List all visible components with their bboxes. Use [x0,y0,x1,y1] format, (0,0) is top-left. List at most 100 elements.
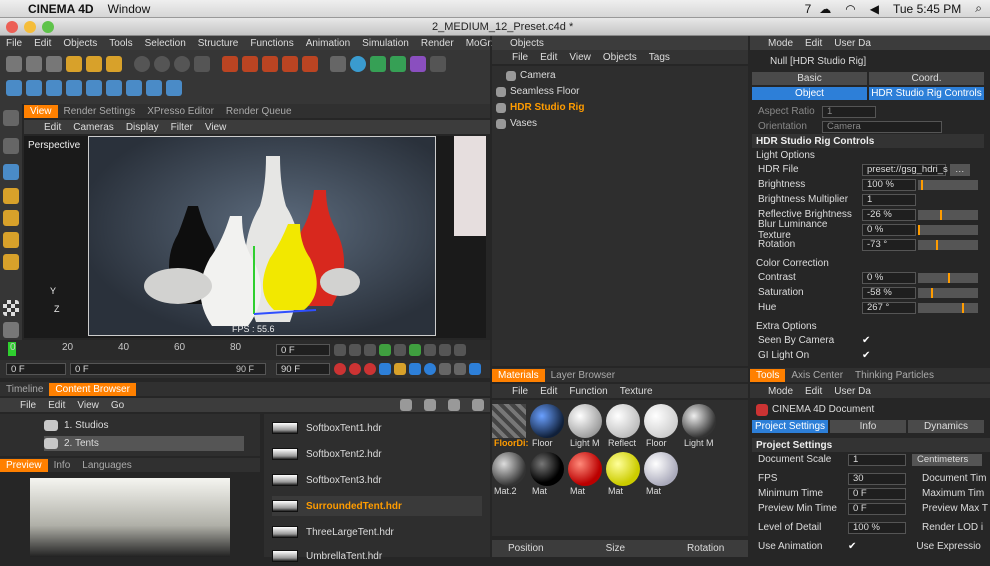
viewport[interactable]: Perspective FPS : 55.6 Y Z [24,136,486,338]
material-swatch-floordiffuse[interactable] [492,404,526,438]
soft-select-icon[interactable] [126,80,142,96]
use-animation-checkbox[interactable]: ✔ [848,541,856,552]
menu-objects[interactable]: Objects [63,38,97,49]
contrast-slider[interactable] [918,272,978,283]
key-position-icon[interactable] [379,363,391,375]
tools-menu-edit[interactable]: Edit [805,386,822,397]
blur-luminance-slider[interactable] [918,224,978,235]
units-select[interactable]: Centimeters [912,453,982,466]
saturation-field[interactable]: -58 % [862,286,916,299]
fps-field[interactable]: 30 [848,472,906,485]
tab-view[interactable]: View [24,104,58,118]
browser-menu-edit[interactable]: Edit [48,400,65,411]
brightness-multiplier-field[interactable]: 1 [862,193,916,206]
tools-menu-mode[interactable]: Mode [768,386,793,397]
object-row-seamless-floor[interactable]: Seamless Floor [496,84,736,99]
file-item[interactable]: SoftboxTent1.hdr [272,418,382,438]
tab-render-queue[interactable]: Render Queue [220,105,298,118]
material-swatch-mat2[interactable] [492,452,526,486]
tree-item-tents[interactable]: 2. Tents [44,436,244,451]
material-swatch-white[interactable] [644,452,678,486]
key-pla-icon[interactable] [439,363,451,375]
viewport-menu-view[interactable]: View [205,122,227,133]
object-row-vases[interactable]: Vases [496,116,736,131]
move-tool-icon[interactable] [6,56,22,72]
material-swatch-yellow[interactable] [606,452,640,486]
wifi-icon[interactable]: ◠ [845,2,855,16]
search-browser-icon[interactable] [472,399,484,411]
key-scale-icon[interactable] [394,363,406,375]
prev-key-icon[interactable] [349,344,361,356]
render-pv-icon[interactable] [262,56,278,72]
refresh-tool-icon[interactable] [106,56,122,72]
file-item[interactable]: UmbrellaTent.hdr [272,546,382,566]
material-swatch-floor[interactable] [530,404,564,438]
tab-languages[interactable]: Languages [76,459,138,472]
browser-menu-go[interactable]: Go [111,400,124,411]
tab-dynamics[interactable]: Dynamics [908,420,984,433]
tab-render-settings[interactable]: Render Settings [58,105,142,118]
material-swatch-light-2[interactable] [682,404,716,438]
browse-button[interactable]: … [950,163,970,176]
tab-object[interactable]: Object [752,87,867,100]
points-mode-icon[interactable] [6,80,22,96]
menu-structure[interactable]: Structure [198,38,239,49]
go-end-icon[interactable] [454,344,466,356]
object-row-hdr-studio-rig[interactable]: HDR Studio Rig [496,100,736,115]
tab-content-browser[interactable]: Content Browser [49,382,136,396]
preview-min-field[interactable]: 0 F [848,502,906,515]
render-view-icon[interactable] [222,56,238,72]
autokey-icon[interactable] [349,363,361,375]
objects-menu-file[interactable]: File [512,52,528,63]
edit-render-icon[interactable] [282,56,298,72]
tab-thinking-particles[interactable]: Thinking Particles [849,369,940,382]
tree-item-studios[interactable]: 1. Studios [44,418,108,433]
menu-simulation[interactable]: Simulation [362,38,409,49]
model-mode-icon[interactable] [3,138,19,154]
menu-mograph[interactable]: MoGr: [466,38,494,49]
nurbs-icon[interactable] [370,56,386,72]
reflective-brightness-slider[interactable] [918,209,978,220]
tab-axis-center[interactable]: Axis Center [785,369,849,382]
file-item[interactable]: SoftboxTent2.hdr [272,444,382,464]
window-menu[interactable]: Window [108,2,151,16]
material-swatch-red[interactable] [568,452,602,486]
texture-icon[interactable] [3,254,19,270]
menu-tools[interactable]: Tools [109,38,132,49]
brightness-field[interactable]: 100 % [862,178,916,191]
points-icon[interactable] [3,188,19,204]
viewport-menu-cameras[interactable]: Cameras [73,122,114,133]
menu-functions[interactable]: Functions [250,38,293,49]
scene-icon[interactable] [430,56,446,72]
menu-clock[interactable]: Tue 5:45 PM [893,2,961,16]
document-scale-field[interactable]: 1 [848,453,906,466]
world-axis-icon[interactable] [194,56,210,72]
volume-icon[interactable]: ◀ [870,2,879,16]
close-window-button[interactable] [6,21,18,33]
objects-menu-edit[interactable]: Edit [540,52,557,63]
deformer-icon[interactable] [410,56,426,72]
file-item[interactable]: ThreeLargeTent.hdr [272,522,394,542]
array-icon[interactable] [390,56,406,72]
timeline-layout-icon[interactable] [469,363,481,375]
tab-rig-controls[interactable]: HDR Studio Rig Controls [869,87,984,100]
cube-tool-icon[interactable] [86,56,102,72]
next-key-icon[interactable] [439,344,451,356]
snap-icon[interactable] [146,80,162,96]
tab-tools[interactable]: Tools [750,368,786,382]
tab-materials[interactable]: Materials [492,368,545,382]
menu-animation[interactable]: Animation [306,38,350,49]
polys-icon[interactable] [3,232,19,248]
minimum-time-field[interactable]: 0 F [848,487,906,500]
key-param-icon[interactable] [424,363,436,375]
end-frame-field[interactable]: 90 F [276,363,330,375]
rotation-field[interactable]: -73 ° [862,238,916,251]
rotation-slider[interactable] [918,239,978,250]
axis-mode-icon[interactable] [86,80,102,96]
objects-menu-tags[interactable]: Tags [649,52,670,63]
orientation-select[interactable]: Camera [822,120,942,133]
file-item[interactable]: SoftboxTent3.hdr [272,470,382,490]
tab-preview[interactable]: Preview [0,458,48,472]
rotate-tool-icon[interactable] [46,56,62,72]
tab-timeline[interactable]: Timeline [0,383,49,396]
